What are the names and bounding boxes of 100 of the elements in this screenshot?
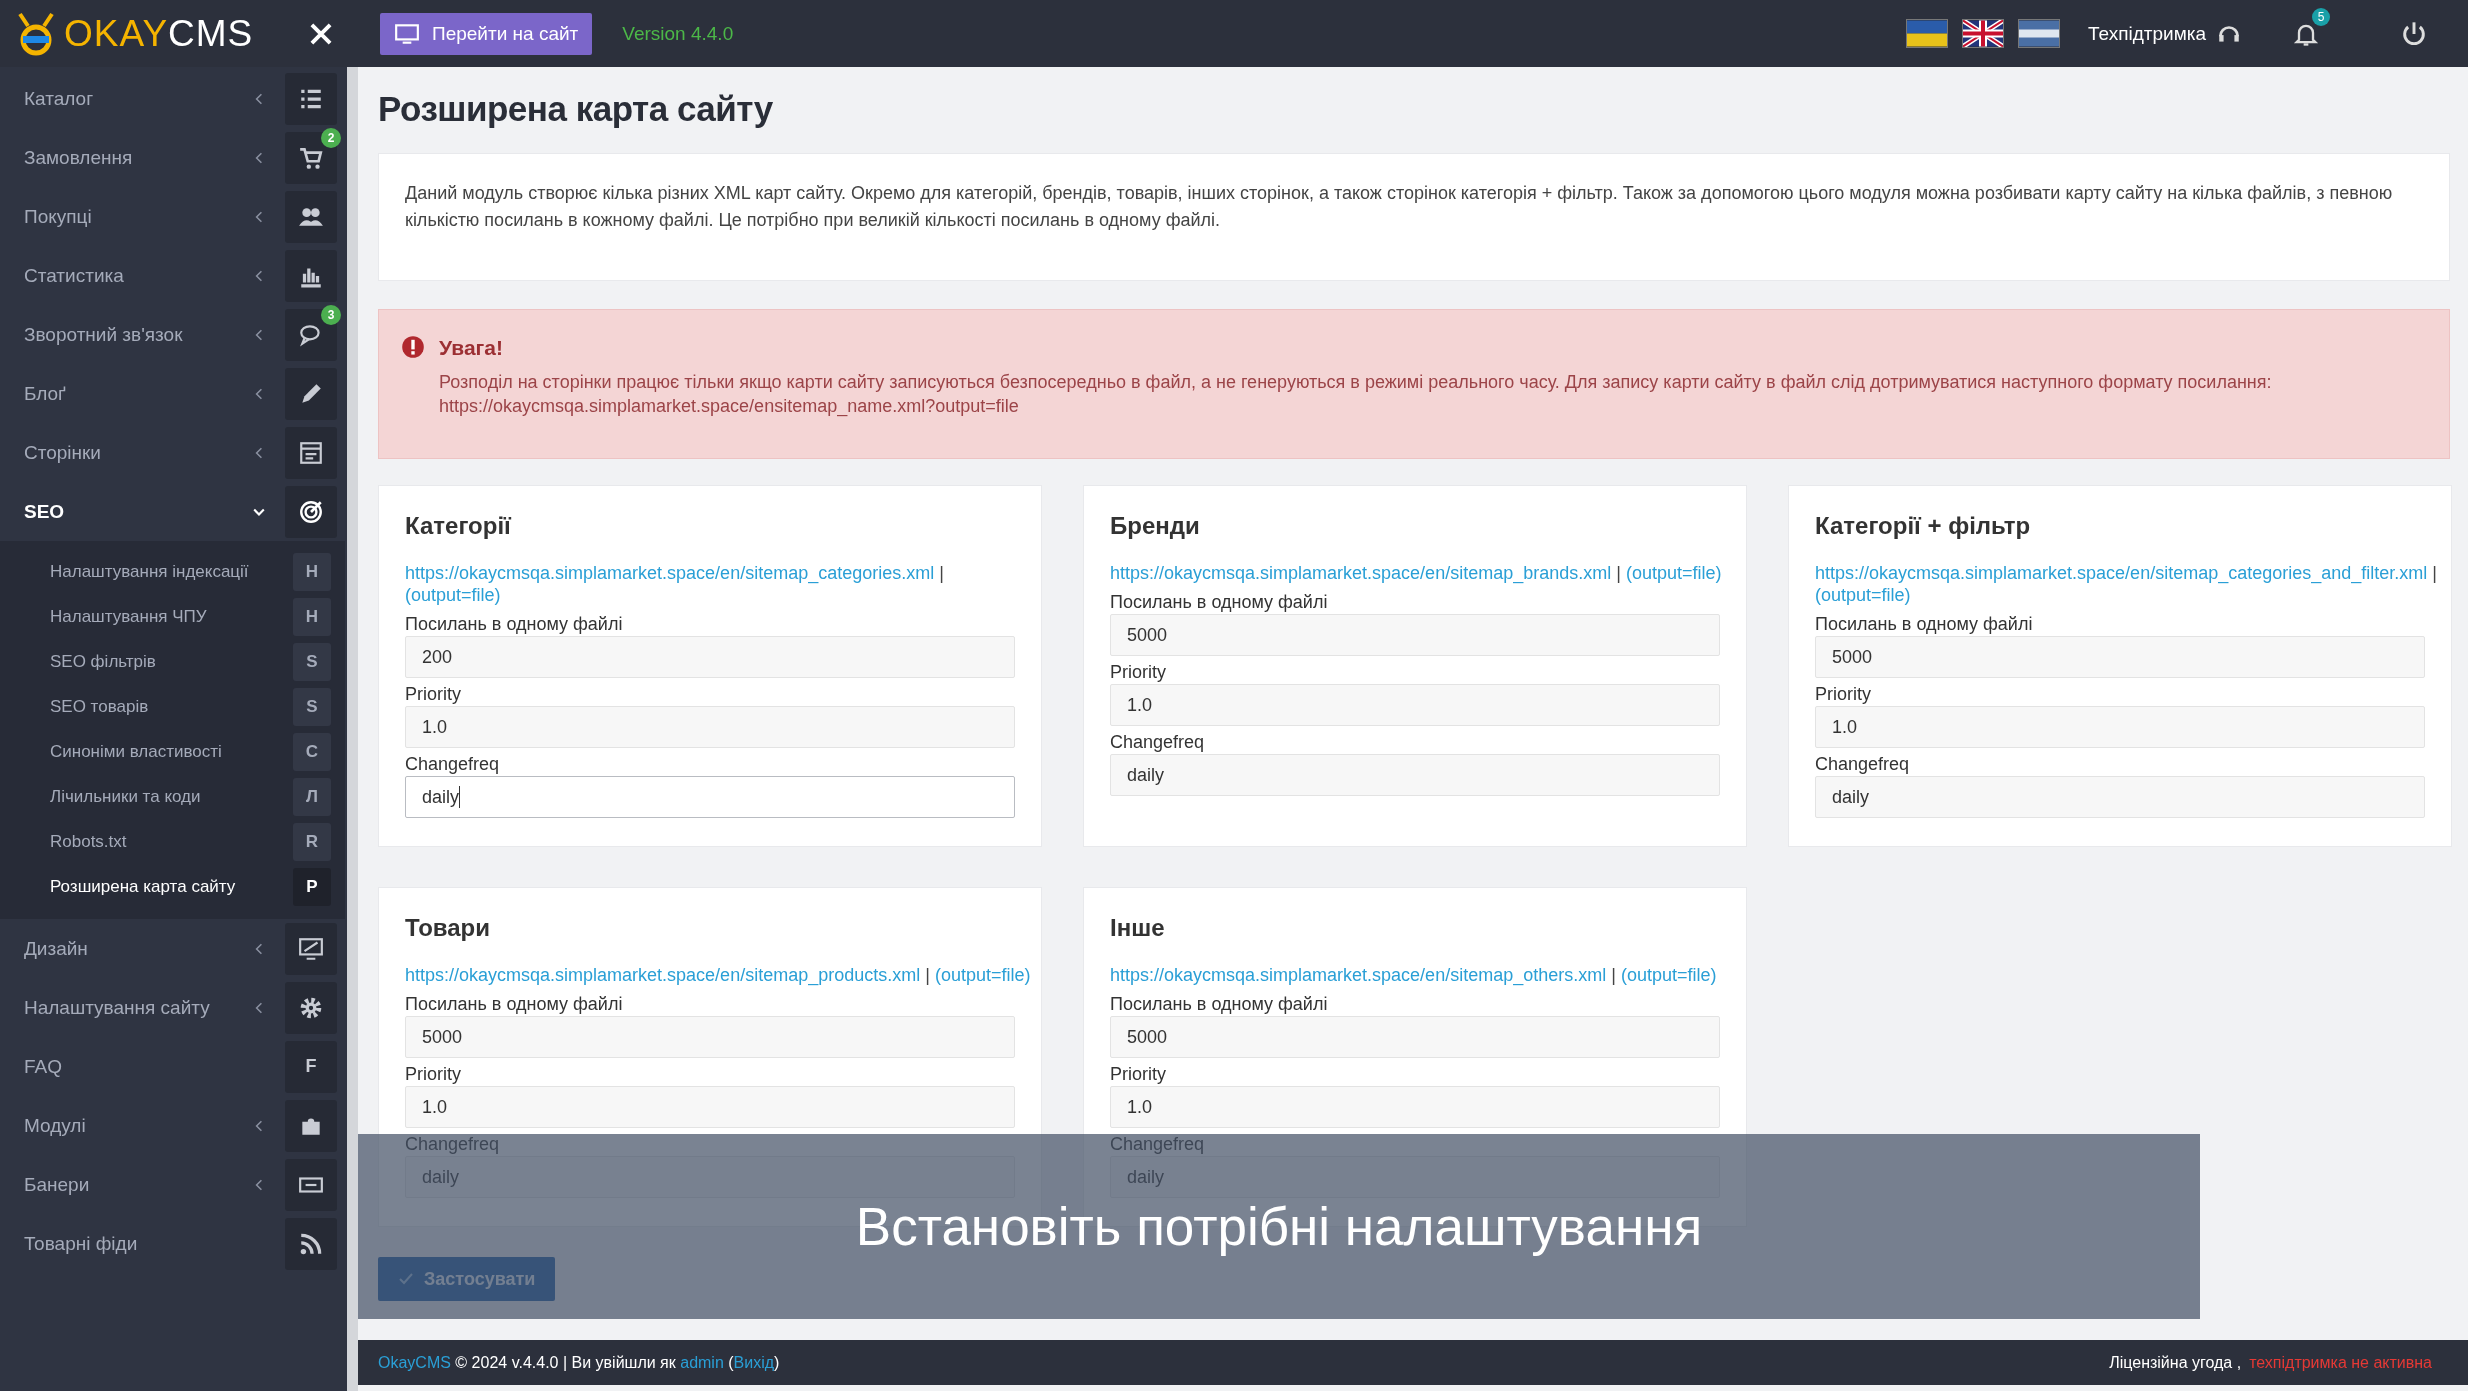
input-field[interactable]: 1.0 [1815,706,2425,748]
input-field[interactable]: 5000 [1815,636,2425,678]
field-label: Changefreq [1110,731,1206,754]
letter-icon[interactable]: S [293,687,331,726]
scrollbar[interactable] [345,67,358,1391]
input-field[interactable]: 1.0 [405,706,1015,748]
letter-icon[interactable]: Л [293,777,331,816]
sidebar-item[interactable]: FAQ [24,1055,285,1078]
input-field[interactable]: daily [405,776,1015,818]
menu-icon-button[interactable] [285,1217,337,1270]
submenu-item[interactable]: Налаштування ЧПУ [50,606,293,627]
letter-icon[interactable]: H [293,597,331,636]
page-icon [298,439,324,466]
go-to-site-button[interactable]: Перейти на сайт [380,12,593,55]
sitemap-link[interactable]: https://okaycmsqa.simplamarket.space/en/sitemap_others.xml [1110,965,1607,985]
submenu-item[interactable]: Налаштування індексації [50,561,293,582]
letter-icon[interactable]: C [293,732,331,771]
field-label: Priority [1110,661,1167,684]
menu-icon-button[interactable] [285,367,337,420]
input-field[interactable]: 200 [405,636,1015,678]
submenu-item[interactable]: Лічильники та коди [50,786,293,807]
warning-icon [401,335,425,359]
support-link[interactable]: Техпідтримка [2087,22,2206,45]
sidebar-item[interactable]: Покупці [24,205,253,228]
submenu-item[interactable]: Розширена карта сайту [50,876,293,897]
input-field[interactable]: 1.0 [1110,1086,1720,1128]
field-label: Changefreq [405,753,501,776]
flag-icon[interactable] [1961,19,2004,48]
card-title: Категорії + фільтр [1815,512,2032,540]
menu-icon-button[interactable] [285,72,337,125]
field-label: Priority [405,1063,462,1086]
input-field[interactable]: 5000 [1110,614,1720,656]
sitemap-link[interactable]: https://okaycmsqa.simplamarket.space/en/sitemap_categories_and_filter.xml [1815,563,2428,583]
flag-icon[interactable] [2017,19,2060,48]
menu-icon-button[interactable] [285,249,337,302]
card-title: Категорії [405,512,513,540]
submenu-item[interactable]: Robots.txt [50,831,293,852]
menu-icon-button[interactable] [285,190,337,243]
field-label: Priority [405,683,462,706]
letter-icon[interactable]: P [293,867,331,906]
sitemap-link[interactable]: https://okaycmsqa.simplamarket.space/en/sitemap_products.xml [405,965,921,985]
sidebar-item[interactable]: SEO [24,500,253,523]
input-field[interactable]: 1.0 [1110,684,1720,726]
power-icon[interactable] [2400,19,2428,48]
field-label: Priority [1110,1063,1167,1086]
sidebar-item[interactable]: Статистика [24,264,253,287]
output-link[interactable]: (output=file) [405,585,501,605]
input-field[interactable]: 5000 [405,1016,1015,1058]
submenu-item[interactable]: SEO товарів [50,696,293,717]
card-title: Інше [1110,914,1166,942]
letter-icon[interactable]: H [293,552,331,591]
letter-icon[interactable]: R [293,822,331,861]
sidebar-item[interactable]: Банери [24,1173,253,1196]
monitor-icon [298,935,324,962]
submenu-item[interactable]: SEO фільтрів [50,651,293,672]
sitemap-link[interactable]: https://okaycmsqa.simplamarket.space/en/sitemap_categories.xml [405,563,935,583]
sidebar-item[interactable]: Зворотний зв'язок [24,323,253,346]
field-label: Priority [1815,683,1872,706]
sidebar-item[interactable]: Налаштування сайту [24,996,253,1019]
sitemap-link[interactable]: https://okaycmsqa.simplamarket.space/en/sitemap_brands.xml [1110,563,1612,583]
description-text: Даний модуль створює кілька різних XML карт сайту. Окремо для категорій, брендів, товарів, інших сторінок, а також сторінок категорія + фільтр. Також за допомогою цього модуля можна розбивати карту сайту на кілька файлів, з певною кількістю посилань в кожному файлі. Це потрібно при великій кількості посилань в одному файлі. [405,182,2394,232]
card-title: Бренди [1110,512,1201,540]
input-field[interactable]: 5000 [1110,1016,1720,1058]
field-label: Посилань в одному файлі [405,613,624,636]
output-link[interactable]: (output=file) [1620,965,1717,985]
output-link[interactable]: (output=file) [1625,563,1722,583]
sidebar-item[interactable]: Сторінки [24,441,253,464]
sidebar-item[interactable]: Товарні фіди [24,1232,285,1255]
separator-text: | [925,965,930,985]
field-label: Changefreq [405,1133,501,1156]
letter-icon[interactable]: F [285,1040,337,1093]
logo-text: OKAY [64,12,169,55]
field-label: Посилань в одному файлі [1815,613,2034,636]
menu-icon-button[interactable] [285,485,337,538]
menu-icon-button[interactable] [285,426,337,479]
sidebar-item[interactable]: Дизайн [24,937,253,960]
input-field[interactable]: 1.0 [405,1086,1015,1128]
input-field[interactable]: daily [1110,754,1720,796]
flag-icon[interactable] [1905,19,1948,48]
logo-text: CMS [168,12,254,55]
separator-text: | [1611,965,1616,985]
separator-text: | [2432,563,2437,583]
logout-link[interactable]: Вихід [733,1353,775,1371]
sidebar-item[interactable]: Замовлення [24,146,253,169]
menu-icon-button[interactable] [285,1158,337,1211]
brand-link[interactable]: OkayCMS [378,1353,451,1371]
menu-icon-button[interactable] [285,1099,337,1152]
letter-icon[interactable]: S [293,642,331,681]
sidebar-item[interactable]: Каталог [24,87,253,110]
user-link[interactable]: admin [680,1353,724,1371]
submenu-item[interactable]: Синоніми властивості [50,741,293,762]
menu-icon-button[interactable] [285,922,337,975]
sidebar-item[interactable]: Блоґ [24,382,253,405]
menu-icon-button[interactable] [285,981,337,1034]
field-label: Посилань в одному файлі [1110,591,1329,614]
input-field[interactable]: daily [1815,776,2425,818]
sidebar-item[interactable]: Модулі [24,1114,253,1137]
output-link[interactable]: (output=file) [1815,585,1911,605]
output-link[interactable]: (output=file) [934,965,1031,985]
license-link[interactable]: Ліцензійна угода , [2109,1353,2242,1372]
